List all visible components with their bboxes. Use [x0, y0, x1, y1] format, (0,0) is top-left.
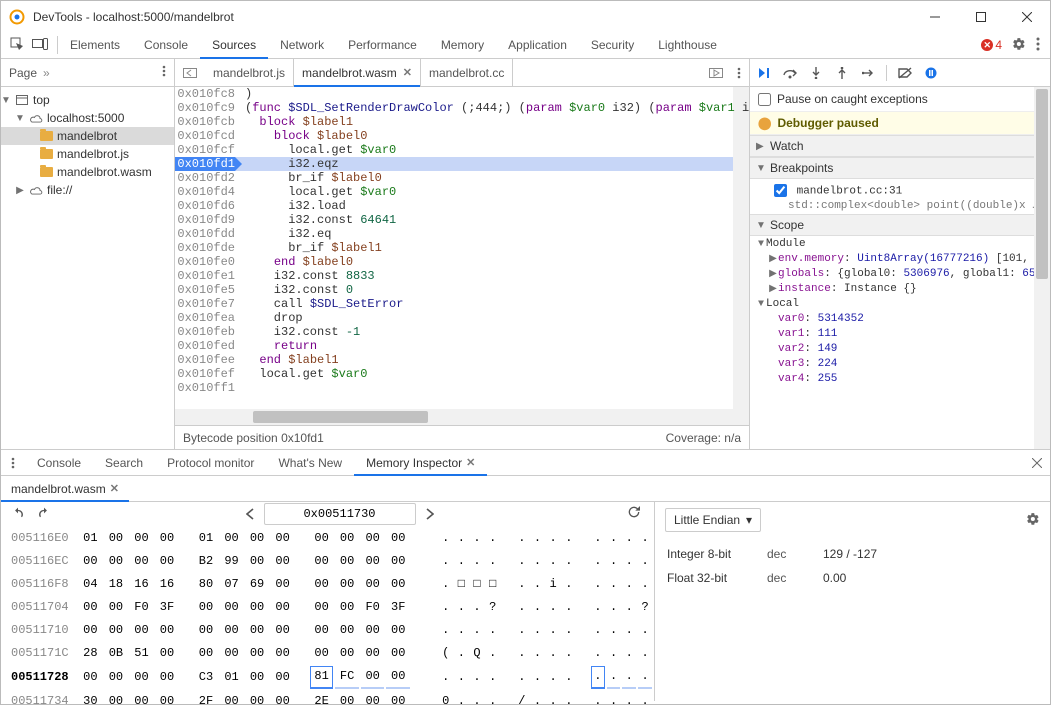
tree-file-js[interactable]: mandelbrot.js: [1, 145, 174, 163]
file-tab[interactable]: mandelbrot.cc: [421, 59, 513, 86]
resume-icon[interactable]: [756, 65, 772, 81]
scope-env-memory[interactable]: ▶env.memory: Uint8Array(16777216) [101, …: [756, 253, 1050, 268]
file-tab[interactable]: mandelbrot.wasm ✕: [294, 59, 421, 86]
tab-console[interactable]: Console: [132, 32, 200, 58]
error-count-badge[interactable]: ✕ 4: [981, 38, 1002, 52]
undo-icon[interactable]: [9, 505, 27, 523]
drawer-tab[interactable]: Protocol monitor: [155, 450, 266, 475]
step-over-icon[interactable]: [782, 65, 798, 81]
value-row: Integer 8-bitdec129 / -127: [667, 542, 1038, 566]
error-icon: ✕: [981, 39, 993, 51]
folder-icon: [39, 147, 53, 161]
more-icon[interactable]: [162, 65, 166, 80]
watch-section[interactable]: ▶Watch: [750, 135, 1050, 157]
vertical-scrollbar[interactable]: [1034, 87, 1050, 449]
devtools-icon: [9, 9, 25, 25]
scope-globals[interactable]: ▶globals: {global0: 5306976, global1: 65…: [756, 268, 1050, 283]
debugger-paused-banner: ⬤Debugger paused: [750, 111, 1050, 135]
breakpoints-section[interactable]: ▼Breakpoints: [750, 157, 1050, 179]
more-icon[interactable]: [729, 67, 749, 79]
code-editor[interactable]: )(func $SDL_SetRenderDrawColor (;444;) (…: [241, 87, 749, 409]
tab-lighthouse[interactable]: Lighthouse: [646, 32, 729, 58]
drawer-tab[interactable]: Memory Inspector ✕: [354, 450, 487, 475]
pause-caught-checkbox[interactable]: [758, 93, 771, 106]
tab-elements[interactable]: Elements: [58, 32, 132, 58]
navigator-title: Page: [9, 66, 37, 80]
folder-icon: [39, 165, 53, 179]
scope-local[interactable]: ▼Local: [756, 298, 1050, 313]
more-icon[interactable]: [1036, 37, 1040, 54]
folder-icon: [39, 129, 53, 143]
hex-dump[interactable]: 005116E0010000000100000000000000........…: [1, 526, 654, 705]
window-title: DevTools - localhost:5000/mandelbrot: [33, 10, 912, 24]
caret-down-icon: ▾: [746, 513, 752, 527]
scope-var[interactable]: var4: 255: [756, 373, 1050, 388]
tree-file-wasm[interactable]: mandelbrot.wasm: [1, 163, 174, 181]
settings-icon[interactable]: [1026, 512, 1040, 529]
window-icon: [15, 93, 29, 107]
breakpoint-checkbox[interactable]: [774, 184, 787, 197]
tab-application[interactable]: Application: [496, 32, 579, 58]
memory-tab[interactable]: mandelbrot.wasm✕: [1, 476, 129, 501]
scope-var[interactable]: var1: 111: [756, 328, 1050, 343]
cloud-icon: [29, 183, 43, 197]
device-icon[interactable]: [32, 38, 48, 53]
tab-security[interactable]: Security: [579, 32, 646, 58]
tree-host[interactable]: ▼localhost:5000: [1, 109, 174, 127]
scope-var[interactable]: var3: 224: [756, 358, 1050, 373]
next-page-icon[interactable]: [416, 502, 444, 526]
step-icon[interactable]: [860, 65, 876, 81]
tree-folder[interactable]: mandelbrot: [1, 127, 174, 145]
scope-module[interactable]: ▼Module: [756, 238, 1050, 253]
scope-section[interactable]: ▼Scope: [750, 214, 1050, 236]
drawer-tab[interactable]: Console: [25, 450, 93, 475]
close-icon[interactable]: ✕: [110, 482, 119, 495]
more-icon[interactable]: [1, 450, 25, 475]
scope-instance[interactable]: ▶instance: Instance {}: [756, 283, 1050, 298]
code-gutter[interactable]: 0x010fc80x010fc90x010fcb0x010fcd0x010fcf…: [175, 87, 241, 409]
cloud-icon: [29, 111, 43, 125]
close-button[interactable]: [1004, 1, 1050, 32]
horizontal-scrollbar[interactable]: [175, 409, 749, 425]
tab-sources[interactable]: Sources: [200, 32, 268, 58]
breakpoint-item[interactable]: mandelbrot.cc:31 std::complex<double> po…: [750, 179, 1050, 214]
settings-icon[interactable]: [1012, 37, 1026, 54]
tab-memory[interactable]: Memory: [429, 32, 496, 58]
nav-back-icon[interactable]: [175, 68, 205, 78]
address-input[interactable]: [264, 503, 416, 525]
pause-exceptions-icon[interactable]: [923, 65, 939, 81]
step-out-icon[interactable]: [834, 65, 850, 81]
drawer-tab[interactable]: Search: [93, 450, 155, 475]
prev-page-icon[interactable]: [236, 502, 264, 526]
close-icon[interactable]: ✕: [403, 66, 412, 79]
step-into-icon[interactable]: [808, 65, 824, 81]
inspect-icon[interactable]: [10, 37, 24, 54]
drawer-tab[interactable]: What's New: [266, 450, 354, 475]
endian-select[interactable]: Little Endian▾: [665, 508, 761, 532]
refresh-icon[interactable]: [626, 504, 646, 524]
scope-var[interactable]: var0: 5314352: [756, 313, 1050, 328]
bytecode-position: Bytecode position 0x10fd1: [183, 431, 324, 445]
tree-top[interactable]: ▼top: [1, 91, 174, 109]
warning-icon: ⬤: [758, 116, 771, 130]
tree-file-proto[interactable]: ▶file://: [1, 181, 174, 199]
close-drawer-icon[interactable]: [1024, 450, 1050, 475]
file-tab[interactable]: mandelbrot.js: [205, 59, 294, 86]
scope-var[interactable]: var2: 149: [756, 343, 1050, 358]
tab-network[interactable]: Network: [268, 32, 336, 58]
run-snippet-icon[interactable]: [703, 68, 729, 78]
tab-performance[interactable]: Performance: [336, 32, 429, 58]
coverage-status: Coverage: n/a: [666, 431, 741, 445]
maximize-button[interactable]: [958, 1, 1004, 32]
minimize-button[interactable]: [912, 1, 958, 32]
close-icon[interactable]: ✕: [466, 456, 475, 469]
value-row: Float 32-bitdec0.00: [667, 566, 1038, 590]
chevron-right-icon[interactable]: »: [43, 66, 50, 80]
deactivate-breakpoints-icon[interactable]: [897, 65, 913, 81]
pause-caught-label: Pause on caught exceptions: [777, 92, 928, 106]
redo-icon[interactable]: [35, 505, 53, 523]
